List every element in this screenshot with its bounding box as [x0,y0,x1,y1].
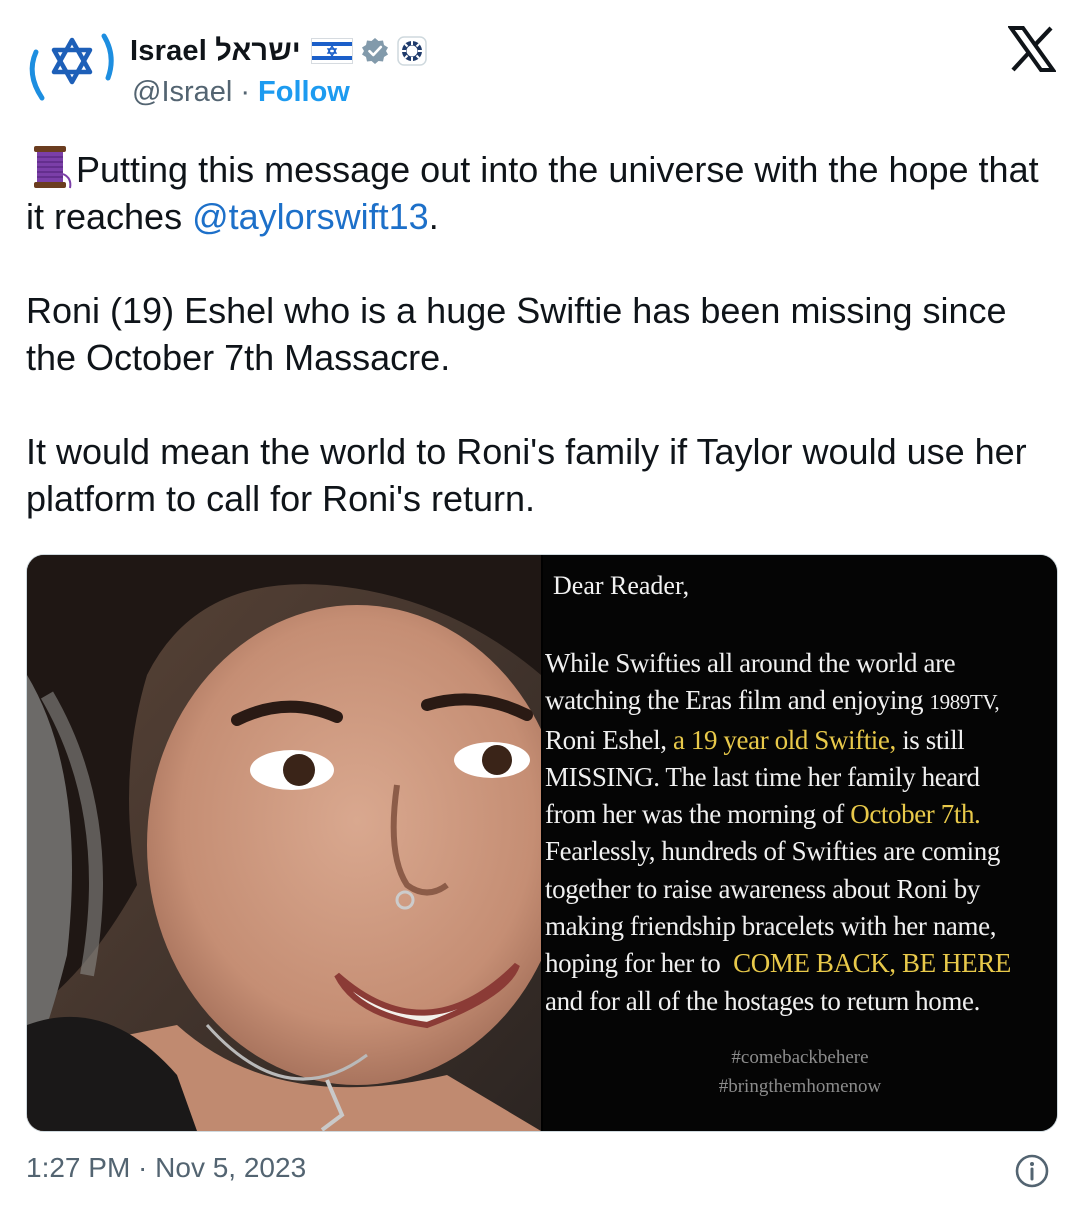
x-logo-icon[interactable] [1008,26,1056,72]
hashtag-comebackbehere: #comebackbehere [731,1047,869,1068]
letter-image[interactable]: Dear Reader, While Swifties all around t… [543,555,1057,1131]
israel-avatar-logo[interactable] [22,26,118,106]
letter-line: hoping for her to COME BACK, BE HERE [545,948,1011,979]
letter-body: While Swifties all around the world are … [545,645,1057,1020]
letter-line: While Swifties all around the world are [545,648,956,678]
mention-link-taylorswift13[interactable]: @taylorswift13 [192,196,429,237]
thread-spool-icon [34,146,72,189]
tweet-text: Putting this message out into the univer… [26,144,1066,522]
letter-hashtags: #comebackbehere #bringthemhomenow [543,1043,1057,1101]
letter-greeting: Dear Reader, [553,571,690,600]
author-handle-row: @Israel · Follow [132,76,350,109]
government-emblem-icon[interactable] [397,36,427,66]
letter-line: together to raise awareness about Roni b… [545,873,980,904]
tweet-timestamp[interactable]: 1:27 PM · Nov 5, 2023 [26,1152,306,1184]
info-icon[interactable] [1014,1153,1050,1189]
handle-separator: · [240,76,251,108]
letter-line: watching the Eras film and enjoying 1989… [545,685,1000,716]
author-handle[interactable]: @Israel [132,76,232,109]
letter-line: making friendship bracelets with her nam… [545,911,997,942]
tweet-paragraph-2: Roni (19) Eshel who is a huge Swiftie ha… [26,290,1007,378]
verified-badge-icon[interactable] [361,37,389,65]
follow-button[interactable]: Follow [258,76,350,109]
author-name-row: Israel ישראל [130,30,427,72]
letter-line: MISSING. The last time her family heard [545,761,980,792]
tweet-line-1: Putting this message out into the univer… [26,149,1039,237]
roni-portrait-photo[interactable] [27,555,541,1131]
tweet-paragraph-3: It would mean the world to Roni's family… [26,431,1027,519]
letter-line: Fearlessly, hundreds of Swifties are com… [545,836,1000,867]
tweet-line-1-end: . [428,196,439,237]
letter-line: and for all of the hostages to return ho… [545,985,980,1016]
tweet-paragraph-1: Putting this message out into the univer… [26,144,1066,240]
letter-line: from her was the morning of October 7th. [545,799,981,830]
author-display-name[interactable]: Israel ישראל [130,35,301,68]
tweet-embed-card: Israel ישראל @Israel · Follow Putting th… [0,0,1088,1212]
tweet-media-grid[interactable]: Dear Reader, While Swifties all around t… [26,554,1058,1132]
letter-line: Roni Eshel, a 19 year old Swiftie, is st… [545,724,965,755]
hashtag-bringthemhomenow: #bringthemhomenow [718,1076,882,1097]
israel-flag-icon [310,38,353,64]
